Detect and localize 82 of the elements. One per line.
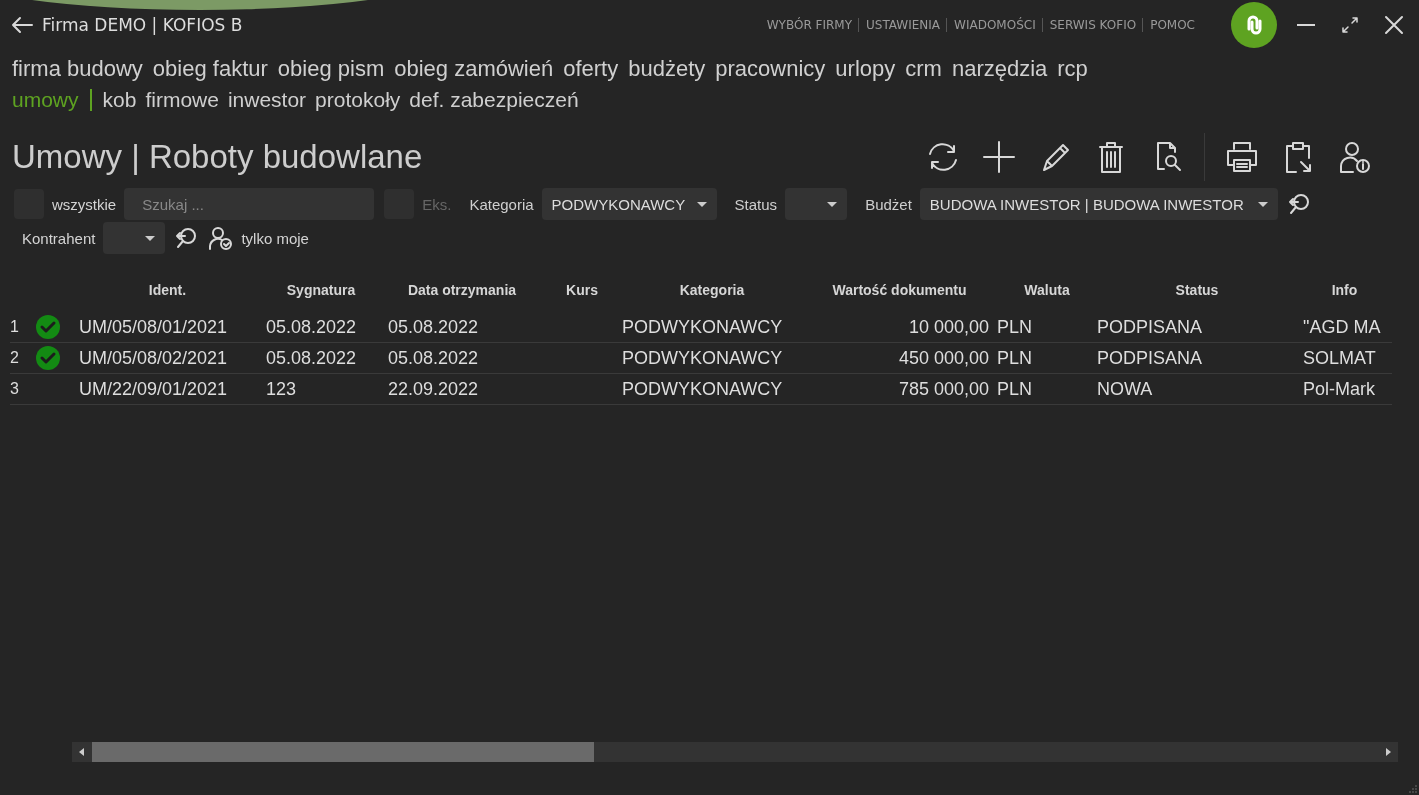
submodule-tab[interactable]: firmowe — [145, 88, 219, 112]
row-number: 3 — [10, 374, 35, 405]
table-cell: PLN — [997, 317, 1032, 337]
module-link[interactable]: firma budowy — [12, 56, 143, 82]
table-cell: UM/22/09/01/2021 — [79, 379, 228, 399]
table-cell: PLN — [997, 379, 1032, 399]
column-header[interactable]: Info — [1297, 282, 1392, 312]
table-cell: PLN — [997, 348, 1032, 368]
module-link[interactable]: rcp — [1057, 56, 1088, 82]
module-link[interactable]: obieg zamówień — [394, 56, 554, 82]
table-cell: PODWYKONAWCY — [622, 317, 783, 337]
column-header[interactable]: Kurs — [542, 282, 622, 312]
scroll-right-icon[interactable] — [1386, 748, 1391, 756]
table-cell: 05.08.2022 — [266, 348, 357, 368]
module-link[interactable]: pracownicy — [715, 56, 826, 82]
module-link[interactable]: urlopy — [835, 56, 896, 82]
table-cell: 785 000,00 — [898, 379, 989, 399]
table-cell: 05.08.2022 — [388, 348, 479, 368]
app-logo[interactable] — [1231, 2, 1277, 48]
table-cell: 05.08.2022 — [388, 317, 479, 337]
table-cell: UM/05/08/02/2021 — [79, 348, 228, 368]
table-cell: PODPISANA — [1097, 348, 1203, 368]
top-link[interactable]: USTAWIENIA — [858, 18, 941, 32]
submodule-tab[interactable]: inwestor — [227, 88, 307, 112]
submodule-tab[interactable]: def. zabezpieczeń — [409, 88, 579, 112]
search-field[interactable]: Szukaj ... — [124, 188, 375, 220]
module-link[interactable]: narzędzia — [951, 56, 1048, 82]
row-number: 1 — [10, 312, 35, 343]
row-number: 2 — [10, 343, 35, 374]
budget-dropdown[interactable]: BUDOWA INWESTOR | BUDOWA INWESTOR — [919, 188, 1278, 220]
table-cell: 450 000,00 — [898, 348, 989, 368]
column-header[interactable]: Status — [1097, 282, 1297, 312]
module-link[interactable]: budżety — [628, 56, 706, 82]
top-link[interactable]: POMOC — [1142, 18, 1195, 32]
column-header[interactable]: Data otrzymania — [382, 282, 542, 312]
window-title: Firma DEMO | KOFIOS B — [42, 15, 243, 35]
submodule-tab[interactable]: kob — [102, 88, 137, 112]
scroll-left-icon[interactable] — [79, 748, 84, 756]
filter-label: tylko moje — [241, 229, 309, 247]
plus-icon — [980, 138, 1018, 176]
module-link[interactable]: oferty — [563, 56, 619, 82]
user-check-icon[interactable] — [207, 225, 234, 251]
submodule-tab[interactable]: umowy — [12, 88, 79, 112]
table-cell: PODPISANA — [1097, 317, 1203, 337]
top-link[interactable]: SERWIS KOFIO — [1041, 18, 1137, 32]
top-link[interactable]: WYBÓR FIRMY — [766, 18, 852, 32]
table-cell: PODWYKONAWCY — [622, 379, 783, 399]
table-cell: "AGD MA — [1303, 317, 1381, 337]
module-link[interactable]: obieg pism — [277, 56, 385, 82]
column-header[interactable]: Sygnatura — [260, 282, 382, 312]
table-cell: 10 000,00 — [908, 317, 989, 337]
resize-grip-icon[interactable] — [1407, 783, 1417, 793]
minimize-icon — [1297, 24, 1315, 26]
filter-label: Kategoria — [469, 195, 534, 213]
column-header[interactable]: Ident. — [75, 282, 260, 312]
module-link[interactable]: crm — [905, 56, 942, 82]
table-cell: PODWYKONAWCY — [622, 348, 783, 368]
top-link[interactable]: WIADOMOŚCI — [946, 18, 1036, 32]
page-title: Umowy | Roboty budowlane — [12, 138, 423, 176]
column-header[interactable]: Kategoria — [622, 282, 802, 312]
table-cell: UM/05/08/01/2021 — [79, 317, 228, 337]
add-button[interactable] — [980, 138, 1018, 176]
checkbox-label: wszystkie — [52, 195, 117, 213]
module-link[interactable]: obieg faktur — [152, 56, 268, 82]
filter-label: Kontrahent — [22, 229, 96, 247]
table-cell: Pol-Mark — [1303, 379, 1375, 399]
table-cell: 22.09.2022 — [388, 379, 479, 399]
table-cell: NOWA — [1097, 379, 1153, 399]
submodule-tab[interactable]: protokoły — [315, 88, 401, 112]
back-arrow-icon[interactable] — [10, 15, 34, 35]
table-cell: 05.08.2022 — [266, 317, 357, 337]
active-tab-marker — [89, 89, 92, 111]
checkbox-label: Eks. — [422, 195, 452, 213]
filter-label: Budżet — [865, 195, 912, 213]
table-cell: 123 — [266, 379, 297, 399]
column-header[interactable]: Waluta — [997, 282, 1097, 312]
horizontal-scrollbar[interactable] — [72, 742, 1398, 762]
filter-label: Status — [734, 195, 778, 213]
table-cell: SOLMAT — [1303, 348, 1376, 368]
category-dropdown[interactable]: PODWYKONAWCY — [541, 188, 717, 220]
column-header[interactable]: Wartość dokumentu — [802, 282, 997, 312]
scrollbar-thumb[interactable] — [92, 742, 594, 762]
